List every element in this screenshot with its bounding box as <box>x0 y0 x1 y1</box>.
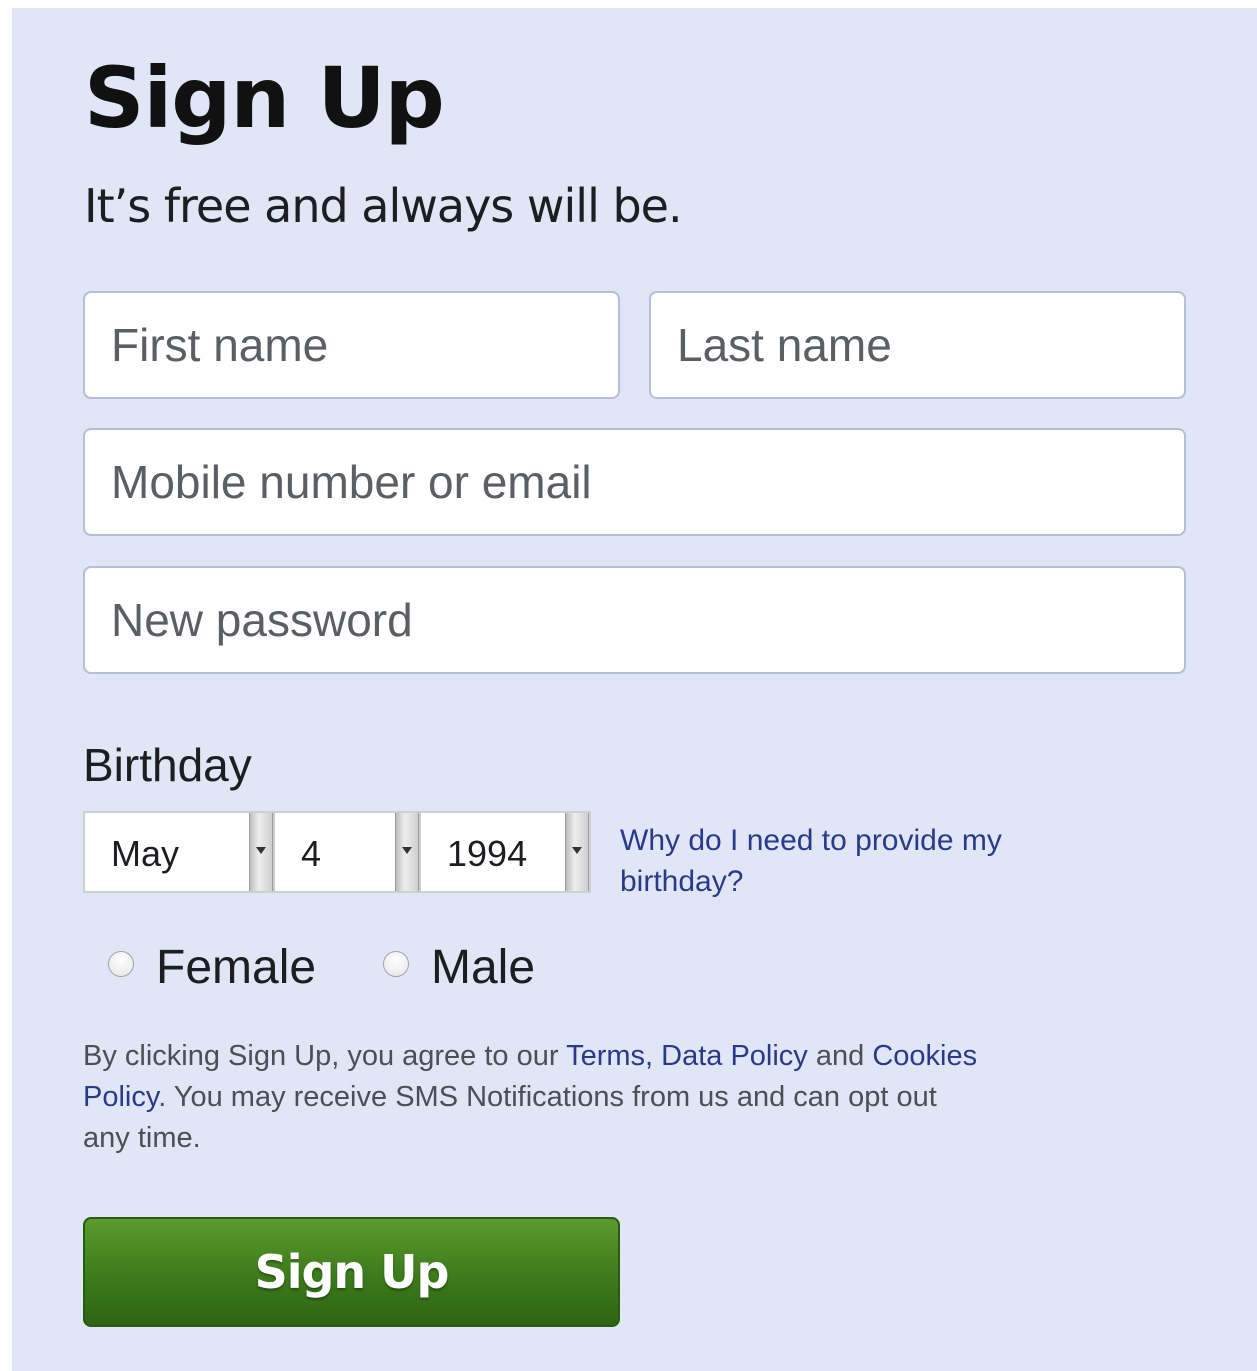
terms-text-3: . You may receive SMS Notifications from… <box>83 1081 937 1154</box>
birthday-month-value: May <box>111 833 180 874</box>
birthday-month-select[interactable]: May <box>83 811 273 893</box>
data-policy-link[interactable]: Data Policy <box>661 1040 808 1072</box>
chevron-down-icon[interactable] <box>565 813 589 891</box>
birthday-year-value: 1994 <box>447 833 528 874</box>
terms-separator: , <box>645 1040 662 1072</box>
birthday-day-select[interactable]: 4 <box>273 811 419 893</box>
birthday-day-value: 4 <box>301 833 322 874</box>
mobile-or-email-input[interactable] <box>83 428 1186 536</box>
birthday-label: Birthday <box>83 739 252 791</box>
gender-male-option[interactable]: Male <box>383 936 535 1000</box>
male-radio[interactable] <box>383 951 409 977</box>
female-label: Female <box>156 941 317 994</box>
why-birthday-link[interactable]: Why do I need to provide my birthday? <box>620 820 1090 902</box>
female-radio[interactable] <box>108 951 134 977</box>
first-name-input[interactable] <box>83 291 620 399</box>
terms-text-2: and <box>807 1040 873 1072</box>
sign-up-button[interactable]: Sign Up <box>83 1217 620 1327</box>
birthday-year-select[interactable]: 1994 <box>419 811 591 893</box>
birthday-selects: May 4 1994 <box>83 811 591 893</box>
page-subtitle: It’s free and always will be. <box>84 179 683 233</box>
last-name-input[interactable] <box>649 291 1186 399</box>
new-password-input[interactable] <box>83 566 1186 674</box>
signup-panel: Sign Up It’s free and always will be. Bi… <box>12 8 1257 1371</box>
terms-notice: By clicking Sign Up, you agree to our Te… <box>83 1036 983 1159</box>
male-label: Male <box>431 941 536 994</box>
page-title: Sign Up <box>84 49 445 147</box>
terms-link[interactable]: Terms <box>566 1040 645 1072</box>
chevron-down-icon[interactable] <box>249 813 273 891</box>
chevron-down-icon[interactable] <box>395 813 419 891</box>
gender-female-option[interactable]: Female <box>108 936 316 1000</box>
terms-text-1: By clicking Sign Up, you agree to our <box>83 1040 567 1072</box>
